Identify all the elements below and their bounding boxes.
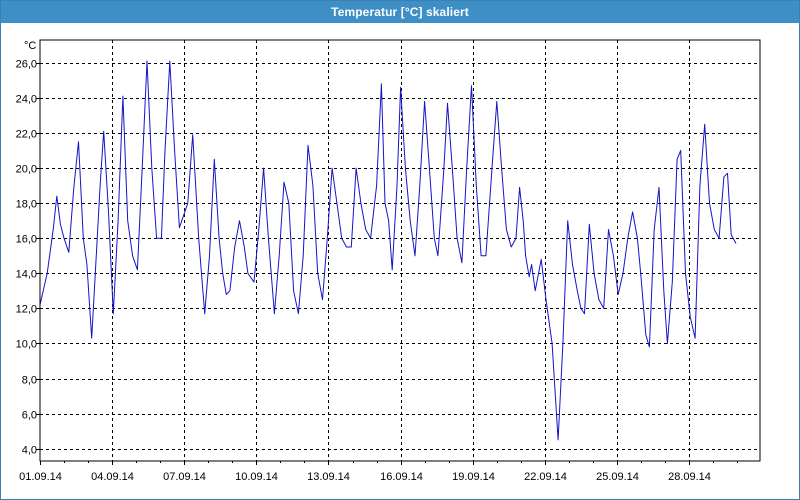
y-tick-label: 14,0 [16, 269, 37, 281]
y-axis: 4,0 6,0 8,0 10,0 12,0 14,0 16,0 18,0 20,0 22,0 24,… [16, 59, 40, 457]
y-tick-label: 18,0 [16, 199, 37, 211]
x-tick-label: 10.09.14 [235, 471, 278, 483]
x-tick-label: 22.09.14 [524, 471, 567, 483]
x-tick-label: 28.09.14 [668, 471, 711, 483]
y-tick-label: 20,0 [16, 164, 37, 176]
y-tick-label: 22,0 [16, 129, 37, 141]
y-tick-label: 8,0 [22, 375, 37, 387]
y-tick-label: 26,0 [16, 59, 37, 71]
x-tick-label: 07.09.14 [163, 471, 206, 483]
y-tick-label: 10,0 [16, 339, 37, 351]
y-tick-label: 12,0 [16, 304, 37, 316]
x-tick-label: 04.09.14 [91, 471, 134, 483]
x-tick-label: 13.09.14 [307, 471, 350, 483]
x-axis: 01.09.14 04.09.14 07.09.14 10.09.14 13.09.14… [19, 461, 738, 483]
y-tick-label: 4,0 [22, 445, 37, 457]
x-tick-label: 25.09.14 [596, 471, 639, 483]
y-tick-label: 16,0 [16, 234, 37, 246]
x-tick-label: 01.09.14 [19, 471, 62, 483]
y-tick-label: 6,0 [22, 410, 37, 422]
x-tick-label: 19.09.14 [452, 471, 495, 483]
x-tick-label: 16.09.14 [380, 471, 423, 483]
y-tick-label: 24,0 [16, 94, 37, 106]
temperature-chart: 4,0 6,0 8,0 10,0 12,0 14,0 16,0 18,0 20,0 22,0 24,… [16, 39, 761, 483]
series-group [39, 60, 737, 441]
temperature-series-line [39, 60, 737, 441]
y-axis-unit-label: °C [24, 40, 36, 52]
